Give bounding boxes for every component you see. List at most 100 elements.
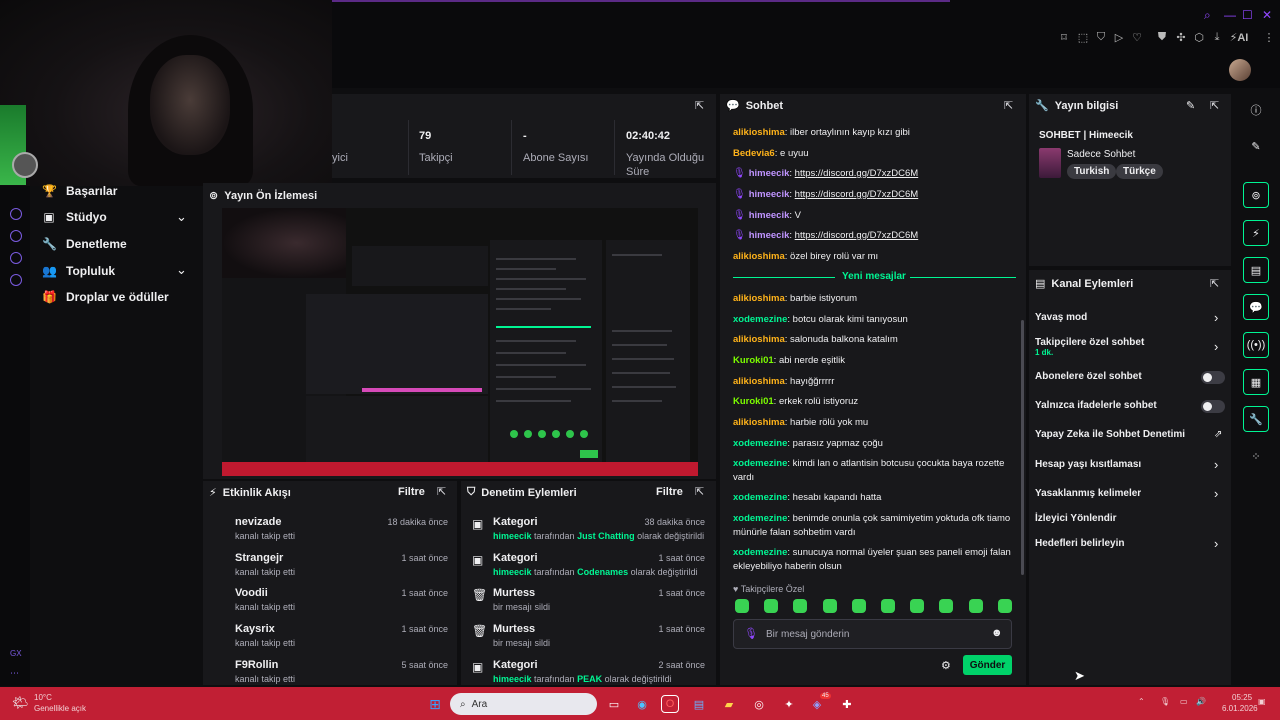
- menu-icon[interactable]: ⋮: [1262, 31, 1276, 44]
- tray-chevron-icon[interactable]: ⌃: [1138, 697, 1145, 706]
- chat-bubble-icon[interactable]: 💬: [1243, 294, 1269, 320]
- chat-username[interactable]: xodemezine: [733, 458, 787, 469]
- chevron-right-icon[interactable]: ›: [1214, 457, 1218, 472]
- chevron-down-icon[interactable]: ⌄: [176, 262, 187, 278]
- tray-volume-icon[interactable]: 🔊: [1196, 697, 1206, 706]
- tray-network-icon[interactable]: ▭: [1180, 697, 1188, 706]
- download-icon[interactable]: ⤓: [1210, 31, 1224, 44]
- moderation-actor[interactable]: himeecik: [493, 531, 532, 541]
- channel-action-label[interactable]: Yapay Zeka ile Sohbet Denetimi: [1035, 429, 1185, 440]
- chat-link[interactable]: https://discord.gg/D7xzDC6M: [795, 168, 919, 179]
- chat-username[interactable]: alikioshima: [733, 376, 785, 387]
- pencil-icon[interactable]: ✎: [1248, 140, 1264, 153]
- moderation-actor[interactable]: himeecik: [493, 674, 532, 684]
- emote-icon[interactable]: [910, 599, 925, 613]
- chat-username[interactable]: Kuroki01: [733, 396, 774, 407]
- tray-mic-icon[interactable]: 🎙: [1160, 697, 1170, 706]
- chat-username[interactable]: xodemezine: [733, 547, 787, 558]
- app-icon-2[interactable]: ✚: [838, 695, 856, 713]
- sidebar-item-achievements[interactable]: 🏆 Başarılar: [42, 180, 117, 202]
- activity-user[interactable]: Strangejr: [235, 552, 283, 564]
- wrench-icon[interactable]: 🔧: [1243, 406, 1269, 432]
- rail-icon-3[interactable]: [10, 252, 22, 264]
- emote-icon[interactable]: [997, 599, 1012, 613]
- channel-action-label[interactable]: Hesap yaşı kısıtlaması: [1035, 459, 1141, 470]
- chevron-right-icon[interactable]: ›: [1214, 310, 1218, 325]
- chat-username[interactable]: himeecik: [749, 168, 790, 179]
- activity-user[interactable]: F9Rollin: [235, 659, 278, 671]
- toggle-switch[interactable]: [1201, 400, 1225, 413]
- opera-gx-icon[interactable]: O: [661, 695, 679, 713]
- emote-icon[interactable]: [851, 599, 866, 613]
- chevron-right-icon[interactable]: ›: [1214, 486, 1218, 501]
- app-icon[interactable]: ✦: [780, 695, 798, 713]
- popout-icon[interactable]: ⇱: [1004, 99, 1013, 112]
- emote-icon[interactable]: [968, 599, 983, 613]
- bolt-icon[interactable]: ⚡: [1243, 220, 1269, 246]
- rail-icon-1[interactable]: [10, 208, 22, 220]
- chat-username[interactable]: Kuroki01: [733, 355, 774, 366]
- clock-date[interactable]: 6.01.2026: [1222, 704, 1258, 713]
- rail-icon-2[interactable]: [10, 230, 22, 242]
- activity-user[interactable]: Voodii: [235, 587, 268, 599]
- extensions-icon[interactable]: ✣: [1174, 31, 1188, 44]
- chat-username[interactable]: alikioshima: [733, 251, 785, 262]
- screenshot-icon[interactable]: ⬚: [1076, 31, 1090, 44]
- chat-username[interactable]: himeecik: [749, 189, 790, 200]
- edge-icon[interactable]: ◉: [633, 695, 651, 713]
- tag-turkish[interactable]: Turkish: [1067, 164, 1117, 179]
- chat-username[interactable]: xodemezine: [733, 438, 787, 449]
- emote-icon[interactable]: [793, 599, 808, 613]
- rail-icon-4[interactable]: [10, 274, 22, 286]
- minimize-icon[interactable]: —: [1224, 8, 1236, 22]
- chat-username[interactable]: alikioshima: [733, 417, 785, 428]
- heart-icon[interactable]: ♡: [1130, 31, 1144, 44]
- channel-action-label[interactable]: Takipçilere özel sohbet: [1035, 337, 1144, 348]
- emote-icon[interactable]: [822, 599, 837, 613]
- sidebar-item-drops[interactable]: 🎁 Droplar ve ödüller: [42, 286, 169, 308]
- activity-user[interactable]: nevizade: [235, 516, 281, 528]
- windows-start-icon[interactable]: ⊞: [426, 695, 444, 713]
- popout-icon[interactable]: ⇱: [1210, 277, 1219, 290]
- clock-time[interactable]: 05:25: [1232, 693, 1252, 702]
- list-icon[interactable]: ▤: [1243, 257, 1269, 283]
- weather-icon[interactable]: 🌤: [12, 695, 29, 711]
- chat-link[interactable]: https://discord.gg/D7xzDC6M: [795, 189, 919, 200]
- shield-icon[interactable]: ⛉: [1094, 31, 1108, 44]
- chat-username[interactable]: alikioshima: [733, 334, 785, 345]
- chat-username[interactable]: Bedevia6: [733, 148, 775, 159]
- more-icon[interactable]: ⋯: [10, 668, 19, 679]
- chevron-right-icon[interactable]: ›: [1214, 536, 1218, 551]
- toggle-switch[interactable]: [1201, 371, 1225, 384]
- chat-link[interactable]: https://discord.gg/D7xzDC6M: [795, 230, 919, 241]
- chat-username[interactable]: himeecik: [749, 230, 790, 241]
- obs-icon[interactable]: ◎: [750, 695, 768, 713]
- chevron-down-icon[interactable]: ⌄: [176, 209, 187, 225]
- preview-toggle-icon[interactable]: ⊚: [1243, 182, 1269, 208]
- chat-username[interactable]: xodemezine: [733, 513, 787, 524]
- apps-icon[interactable]: ⁘: [1248, 450, 1264, 463]
- chat-username[interactable]: xodemezine: [733, 314, 787, 325]
- folder-icon[interactable]: ▰: [720, 695, 738, 713]
- mic-icon[interactable]: 🎙: [744, 627, 758, 640]
- maximize-icon[interactable]: ☐: [1242, 8, 1253, 22]
- notifications-icon[interactable]: ▣: [1258, 697, 1266, 706]
- emote-icon[interactable]: [881, 599, 895, 613]
- chat-username[interactable]: alikioshima: [733, 293, 785, 304]
- chat-username[interactable]: alikioshima: [733, 127, 785, 138]
- channel-action-label[interactable]: İzleyici Yönlendir: [1035, 513, 1117, 524]
- popout-icon[interactable]: ⇱: [695, 99, 704, 112]
- tag-turkce[interactable]: Türkçe: [1116, 164, 1163, 179]
- edit-icon[interactable]: ✎: [1186, 99, 1195, 112]
- channel-action-label[interactable]: Hedefleri belirleyin: [1035, 538, 1124, 549]
- activity-user[interactable]: Kaysrix: [235, 623, 275, 635]
- play-icon[interactable]: ▷: [1112, 31, 1126, 44]
- moderation-filter-button[interactable]: Filtre: [656, 486, 683, 498]
- moderation-category[interactable]: Just Chatting: [577, 531, 635, 541]
- taskbar-search[interactable]: ⌕ Ara: [450, 693, 597, 715]
- chat-username[interactable]: xodemezine: [733, 492, 787, 503]
- chat-scrollbar[interactable]: [1021, 320, 1024, 575]
- channel-action-label[interactable]: Yalnızca ifadelerle sohbet: [1035, 400, 1157, 411]
- moderation-actor[interactable]: himeecik: [493, 567, 532, 577]
- popout-icon[interactable]: ⇱: [437, 485, 446, 498]
